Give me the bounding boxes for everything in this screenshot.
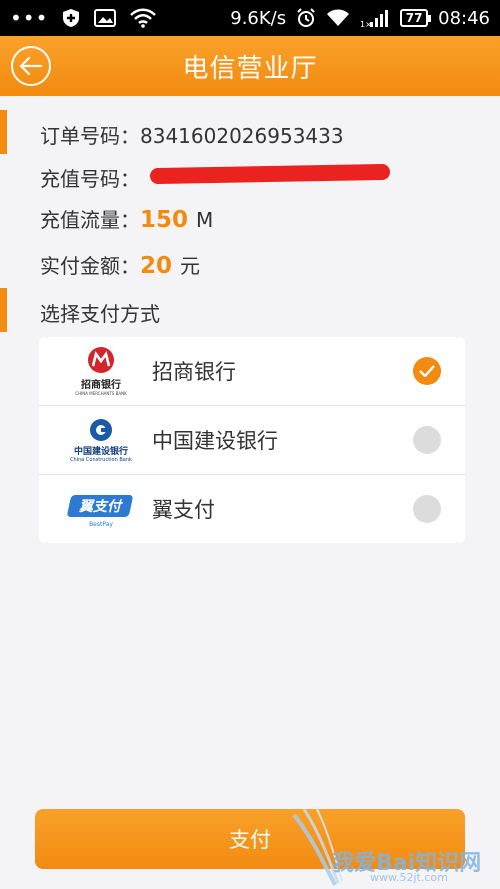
watermark: 我爱Bai知识网 www.52jt.com [290, 805, 500, 889]
clock: 08:46 [438, 7, 490, 29]
data-amount-label: 充值流量： [40, 208, 140, 232]
net-speed: 9.6K/s [230, 7, 287, 29]
bestpay-logo-sub: BestPay [89, 520, 113, 528]
back-button[interactable] [11, 46, 51, 86]
section-accent-bar [0, 288, 7, 332]
watermark-url: www.52jt.com [370, 871, 448, 884]
radio-unchecked-icon[interactable] [413, 495, 441, 523]
phone-number-label: 充值号码： [40, 167, 140, 191]
ccb-logo-sub: China Construction Bank [70, 456, 132, 463]
paid-amount-value: 20 [140, 253, 173, 279]
back-arrow-icon [19, 56, 43, 76]
ccb-logo: 中国建设银行 China Construction Bank [63, 415, 139, 465]
shield-icon [62, 8, 80, 28]
data-amount-row: 充值流量： 150 M [40, 204, 213, 233]
data-amount-value: 150 [140, 207, 189, 233]
section-accent-bar [0, 110, 7, 154]
data-amount-unit: M [196, 208, 214, 232]
alarm-icon [296, 8, 316, 28]
payment-option-bestpay[interactable]: 翼支付 BestPay 翼支付 [39, 475, 465, 543]
payment-method-list: 招商银行 CHINA MERCHANTS BANK 招商银行 中国建设银行 Ch… [39, 337, 465, 543]
payment-section-title: 选择支付方式 [40, 298, 160, 327]
page-title: 电信营业厅 [182, 53, 318, 84]
battery-icon: 77 [400, 9, 432, 27]
payment-option-ccb[interactable]: 中国建设银行 China Construction Bank 中国建设银行 [39, 406, 465, 474]
status-bar: ••• 9.6K/s 1× 77 08:46 [0, 0, 500, 36]
radio-checked-icon[interactable] [413, 357, 441, 385]
radio-unchecked-icon[interactable] [413, 426, 441, 454]
image-icon [94, 9, 117, 27]
payment-option-label: 招商银行 [152, 360, 236, 384]
app-header: 电信营业厅 [0, 36, 500, 96]
paid-amount-label: 实付金额： [40, 254, 140, 278]
ccb-logo-text: 中国建设银行 [73, 446, 128, 457]
payment-option-label: 翼支付 [152, 498, 215, 522]
order-number-label: 订单号码： [40, 124, 140, 148]
cmb-logo-sub: CHINA MERCHANTS BANK [75, 391, 127, 396]
payment-option-cmb[interactable]: 招商银行 CHINA MERCHANTS BANK 招商银行 [39, 337, 465, 405]
more-dots-icon: ••• [10, 6, 49, 30]
bestpay-logo: 翼支付 BestPay [63, 484, 139, 534]
bestpay-logo-text: 翼支付 [79, 498, 121, 515]
cmb-logo-text: 招商银行 [81, 380, 121, 391]
paid-amount-unit: 元 [180, 254, 201, 278]
payment-option-label: 中国建设银行 [152, 429, 278, 453]
order-number-row: 订单号码： 8341602026953433 [40, 120, 344, 149]
wifi-icon [130, 8, 157, 28]
phone-number-row: 充值号码： [40, 163, 140, 192]
order-number-value: 8341602026953433 [140, 124, 344, 148]
cmb-logo: 招商银行 CHINA MERCHANTS BANK [63, 346, 139, 396]
redaction-mark [149, 163, 391, 185]
paid-amount-row: 实付金额： 20 元 [40, 250, 200, 279]
signal-icon: 1× [360, 8, 390, 28]
wifi-signal-icon [326, 9, 350, 27]
payment-section-label: 选择支付方式 [40, 302, 160, 326]
